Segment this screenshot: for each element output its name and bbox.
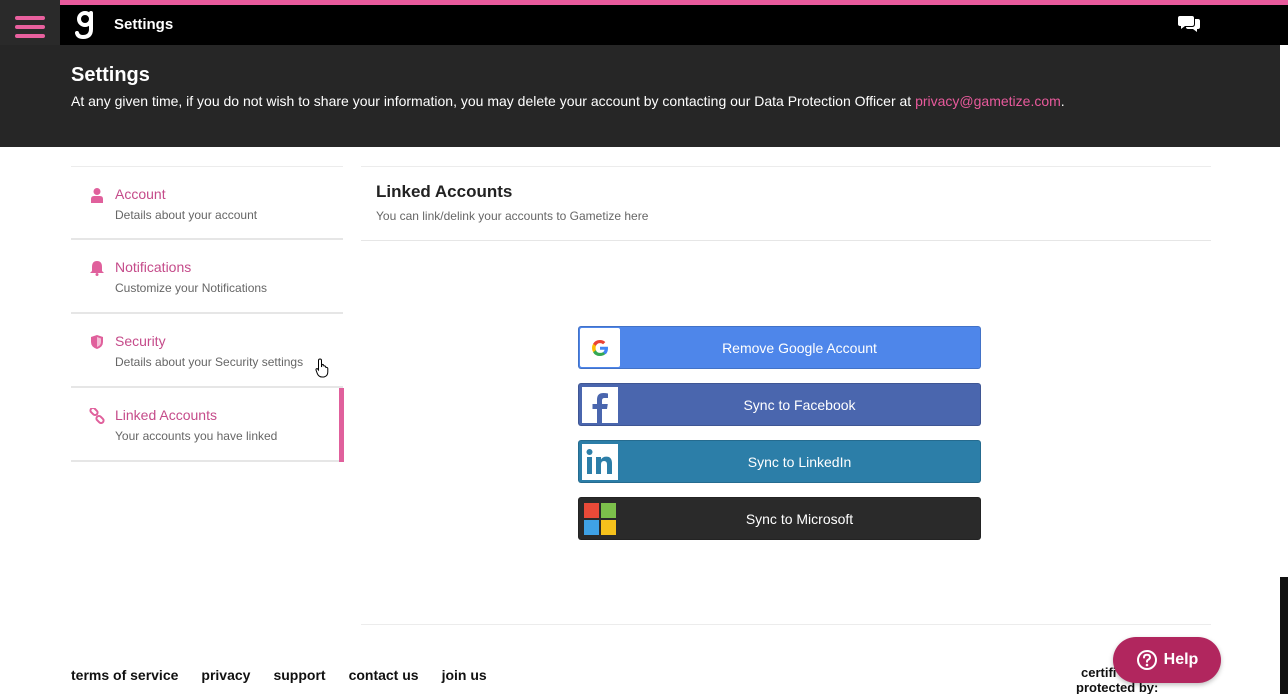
- divider: [361, 624, 1211, 625]
- menu-bar-icon: [15, 33, 45, 38]
- button-label: Remove Google Account: [722, 339, 877, 356]
- sidebar-item-desc: Customize your Notifications: [115, 281, 268, 295]
- footer-link-privacy[interactable]: privacy: [201, 667, 250, 683]
- help-label: Help: [1163, 651, 1199, 668]
- top-bar-title: Settings: [114, 16, 174, 33]
- page-title: Settings: [71, 64, 150, 86]
- link-icon: [89, 406, 105, 425]
- button-label: Sync to LinkedIn: [747, 453, 852, 470]
- menu-bar-icon: [15, 24, 45, 29]
- button-label: Sync to Facebook: [743, 396, 856, 413]
- hand-cursor-icon: [315, 358, 331, 378]
- privacy-notice-text: At any given time, if you do not wish to…: [71, 93, 916, 109]
- privacy-notice: At any given time, if you do not wish to…: [71, 93, 1065, 109]
- footer-link-support[interactable]: support: [273, 667, 325, 683]
- sidebar-item-label: Notifications: [115, 259, 192, 275]
- sync-linkedin-button[interactable]: Sync to LinkedIn: [578, 440, 981, 483]
- sidebar-item-desc: Your accounts you have linked: [115, 429, 278, 443]
- sync-microsoft-button[interactable]: Sync to Microsoft: [578, 497, 981, 540]
- privacy-email-link[interactable]: privacy@gametize.com: [915, 93, 1061, 109]
- button-label: Sync to Microsoft: [745, 510, 854, 527]
- footer-link-join[interactable]: join us: [442, 667, 487, 683]
- sidebar-item-linked-accounts[interactable]: Linked Accounts Your accounts you have l…: [71, 388, 344, 462]
- chat-icon[interactable]: [1178, 14, 1200, 32]
- panel-title: Linked Accounts: [376, 182, 513, 201]
- sidebar-item-label: Linked Accounts: [115, 407, 217, 423]
- sidebar-item-desc: Details about your Security settings: [115, 355, 304, 369]
- sidebar-item-account[interactable]: Account Details about your account: [71, 166, 343, 240]
- sidebar-item-security[interactable]: Security Details about your Security set…: [71, 314, 343, 388]
- menu-bar-icon: [15, 15, 45, 20]
- help-button[interactable]: Help: [1113, 637, 1221, 683]
- gametize-logo[interactable]: [75, 9, 95, 40]
- sidebar-item-label: Account: [115, 186, 166, 202]
- sidebar-item-label: Security: [115, 333, 166, 349]
- panel-header: Linked Accounts You can link/delink your…: [361, 166, 1211, 241]
- footer-link-terms[interactable]: terms of service: [71, 667, 178, 683]
- shield-icon: [89, 334, 105, 350]
- scrollbar-bottom: [1280, 577, 1288, 694]
- scrollbar-track[interactable]: [1280, 45, 1288, 577]
- sync-facebook-button[interactable]: Sync to Facebook: [578, 383, 981, 426]
- footer-links: terms of service privacy support contact…: [71, 667, 487, 683]
- question-icon: [1136, 649, 1158, 671]
- microsoft-icon: [580, 499, 620, 538]
- footer-link-contact[interactable]: contact us: [349, 667, 419, 683]
- user-icon: [89, 187, 105, 203]
- page-header: Settings At any given time, if you do no…: [0, 45, 1280, 147]
- settings-sidebar: Account Details about your account Notif…: [71, 166, 344, 462]
- google-icon: [580, 328, 620, 367]
- sidebar-item-desc: Details about your account: [115, 208, 258, 222]
- facebook-icon: [580, 385, 620, 424]
- remove-google-account-button[interactable]: Remove Google Account: [578, 326, 981, 369]
- bell-icon: [89, 260, 105, 276]
- panel-description: You can link/delink your accounts to Gam…: [376, 209, 649, 223]
- linkedin-icon: [580, 442, 620, 481]
- privacy-notice-suffix: .: [1060, 93, 1065, 109]
- top-bar: Settings: [0, 5, 1288, 45]
- sidebar-item-notifications[interactable]: Notifications Customize your Notificatio…: [71, 240, 343, 314]
